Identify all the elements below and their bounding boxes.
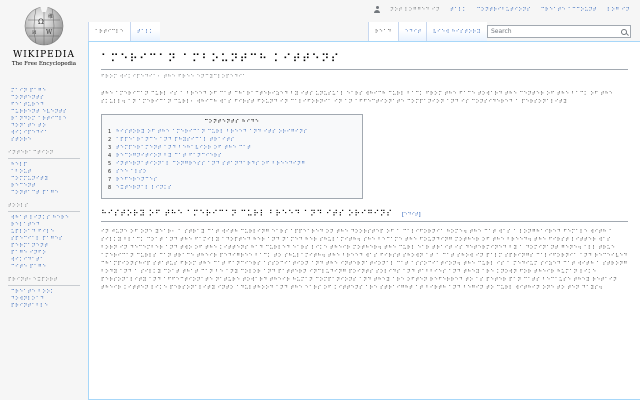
sidebar-main-section: ⠍⠁⠊⠝ ⠏⠁⠛⠑ ⠉⠕⠝⠞⠑⠝⠞⠎ ⠋⠑⠁⠞⠥⠗⠑⠙ ⠉⠥⠗⠗⠑⠝⠞ ⠑⠧⠑⠝…: [8, 88, 80, 144]
sidebar-item-store[interactable]: ⠎⠞⠕⠗⠑: [11, 137, 80, 144]
toc-item[interactable]: 5 ⠊⠝⠞⠑⠗⠝⠁⠞⠊⠕⠝⠁⠇ ⠉⠕⠝⠛⠗⠑⠎⠎ ⠁⠝⠙ ⠎⠞⠁⠝⠙⠁⠗⠙⠎ ⠕⠋…: [108, 160, 356, 168]
sidebar-item-special[interactable]: ⠎⠏⠑⠉⠊⠁⠇ ⠏⠁⠛⠑⠎: [11, 236, 80, 243]
toc-item[interactable]: 4 ⠗⠑⠉⠕⠛⠝⠊⠞⠊⠕⠝ ⠃⠽ ⠉⠁⠞ ⠋⠁⠝⠉⠊⠑⠗⠎: [108, 152, 356, 160]
logo-wordmark: WIKIPEDIA: [13, 50, 75, 60]
toc-label: ⠓⠊⠎⠞⠕⠗⠽ ⠕⠋ ⠞⠓⠑ ⠁⠍⠑⠗⠊⠉⠁⠝ ⠉⠥⠗⠇ ⠃⠗⠑⠑⠙ ⠁⠝⠙ ⠊…: [116, 129, 308, 135]
toc-label: ⠊⠝⠞⠑⠗⠝⠁⠞⠊⠕⠝⠁⠇ ⠉⠕⠝⠛⠗⠑⠎⠎ ⠁⠝⠙ ⠎⠞⠁⠝⠙⠁⠗⠙⠎ ⠕⠋ …: [116, 161, 306, 167]
toc-title[interactable]: ⠉⠕⠝⠞⠑⠝⠞⠎ ⠓⠊⠙⠑: [108, 119, 356, 125]
globe-icon: Ω W И 维: [24, 6, 64, 46]
logo-tagline: The Free Encyclopedia: [11, 61, 77, 67]
tab-talk[interactable]: ⠞⠁⠇⠅: [130, 22, 160, 41]
sidebar-item-random-article[interactable]: ⠗⠁⠝⠙⠕⠍ ⠁⠗⠞⠊⠉⠇⠑: [11, 116, 80, 123]
sidebar-item-upload[interactable]: ⠥⠏⠇⠕⠁⠙ ⠋⠊⠇⠑: [11, 229, 80, 236]
sidebar-item-main-page[interactable]: ⠍⠁⠊⠝ ⠏⠁⠛⠑: [11, 88, 80, 95]
sidebar-item-about[interactable]: ⠁⠃⠕⠥⠞: [11, 169, 80, 176]
page-title: ⠁⠍⠑⠗⠊⠉⠁⠝ ⠁⠍⠃⠕⠥⠝⠞⠉⠓ ⠅⠊⠞⠞⠑⠝⠎: [101, 52, 628, 70]
toc-number: 5: [108, 161, 112, 167]
wikipedia-logo[interactable]: Ω W И 维 WIKIPEDIA The Free Encyclopedia: [8, 4, 80, 82]
table-of-contents: ⠉⠕⠝⠞⠑⠝⠞⠎ ⠓⠊⠙⠑ 1 ⠓⠊⠎⠞⠕⠗⠽ ⠕⠋ ⠞⠓⠑ ⠁⠍⠑⠗⠊⠉⠁⠝ ⠉…: [101, 114, 363, 199]
talk-link[interactable]: ⠞⠁⠇⠅: [450, 7, 467, 13]
toc-label: ⠑⠭⠞⠑⠗⠝⠁⠇ ⠇⠊⠝⠅⠎: [116, 185, 173, 191]
tab-read[interactable]: ⠗⠑⠁⠙: [368, 22, 398, 41]
svg-text:Ω: Ω: [38, 18, 44, 26]
tab-edit[interactable]: ⠑⠙⠊⠞: [398, 22, 428, 41]
toc-number: 4: [108, 153, 112, 159]
sidebar-item-community[interactable]: ⠉⠕⠍⠍⠥⠝⠊⠞⠽: [11, 176, 80, 183]
search-icon[interactable]: [621, 29, 627, 35]
search-input[interactable]: Search: [487, 25, 631, 38]
sidebar-item-wikidata[interactable]: ⠺⠊⠅⠊⠙⠁⠞⠁: [11, 257, 80, 264]
sidebar-item-create-book[interactable]: ⠉⠗⠑⠁⠞⠑ ⠃⠕⠕⠅: [11, 289, 80, 296]
sidebar-item-current-events[interactable]: ⠉⠥⠗⠗⠑⠝⠞ ⠑⠧⠑⠝⠞⠎: [11, 109, 80, 116]
sidebar-item-featured[interactable]: ⠋⠑⠁⠞⠥⠗⠑⠙: [11, 102, 80, 109]
toc-item[interactable]: 8 ⠑⠭⠞⠑⠗⠝⠁⠇ ⠇⠊⠝⠅⠎: [108, 184, 356, 192]
svg-text:И: И: [32, 30, 37, 36]
toc-item[interactable]: 3 ⠞⠑⠍⠏⠑⠗⠁⠍⠑⠝⠞ ⠁⠝⠙ ⠃⠑⠓⠁⠧⠊⠕⠗ ⠕⠋ ⠞⠓⠑ ⠉⠁⠞: [108, 144, 356, 152]
personal-tools: ⠝⠕⠞ ⠇⠕⠛⠛⠑⠙ ⠊⠝ ⠞⠁⠇⠅ ⠉⠕⠝⠞⠗⠊⠃⠥⠞⠊⠕⠝⠎ ⠉⠗⠑⠁⠞⠑ …: [374, 6, 630, 13]
section-edit-link[interactable]: [⠑⠙⠊⠞]: [402, 212, 421, 218]
search-placeholder: Search: [491, 28, 512, 35]
sidebar-item-help[interactable]: ⠓⠑⠇⠏: [11, 162, 80, 169]
toc-label: ⠗⠑⠉⠕⠛⠝⠊⠞⠊⠕⠝ ⠃⠽ ⠉⠁⠞ ⠋⠁⠝⠉⠊⠑⠗⠎: [116, 153, 223, 159]
sidebar-item-recent[interactable]: ⠗⠑⠉⠑⠝⠞: [11, 183, 80, 190]
toc-item[interactable]: 7 ⠗⠑⠋⠑⠗⠑⠝⠉⠑⠎: [108, 176, 356, 184]
sidebar-item-contact[interactable]: ⠉⠕⠝⠞⠁⠉⠞ ⠏⠁⠛⠑: [11, 190, 80, 197]
tab-article[interactable]: ⠁⠗⠞⠊⠉⠇⠑: [88, 22, 131, 41]
toc-number: 2: [108, 137, 112, 143]
sidebar-item-what-links[interactable]: ⠺⠓⠁⠞ ⠇⠊⠝⠅⠎ ⠓⠑⠗⠑: [11, 215, 80, 222]
contributions-link[interactable]: ⠉⠕⠝⠞⠗⠊⠃⠥⠞⠊⠕⠝⠎: [477, 7, 531, 13]
toc-label: ⠞⠑⠍⠏⠑⠗⠁⠍⠑⠝⠞ ⠁⠝⠙ ⠃⠑⠓⠁⠧⠊⠕⠗ ⠕⠋ ⠞⠓⠑ ⠉⠁⠞: [116, 145, 252, 151]
create-account-link[interactable]: ⠉⠗⠑⠁⠞⠑ ⠁⠉⠉⠕⠥⠝⠞: [541, 7, 597, 13]
sidebar-heading-print[interactable]: ⠏⠗⠊⠝⠞⠂⠑⠭⠏⠕⠗⠞: [8, 277, 80, 286]
user-icon: [374, 6, 381, 13]
toc-number: 6: [108, 169, 112, 175]
sidebar-item-related[interactable]: ⠗⠑⠇⠁⠞⠑⠙: [11, 222, 80, 229]
toc-number: 8: [108, 185, 112, 191]
toc-number: 1: [108, 129, 112, 135]
intro-paragraph: ⠞⠓⠑ ⠁⠍⠑⠗⠊⠉⠁⠝ ⠉⠥⠗⠇ ⠊⠎ ⠁ ⠃⠗⠑⠑⠙ ⠕⠋ ⠉⠁⠞ ⠉⠓⠁⠗…: [101, 91, 614, 105]
toc-number: 7: [108, 177, 112, 183]
log-in-link[interactable]: ⠇⠕⠛ ⠊⠝: [607, 7, 630, 13]
section-heading: ⠓⠊⠎⠞⠕⠗⠽ ⠕⠋ ⠞⠓⠑ ⠁⠍⠑⠗⠊⠉⠁⠝ ⠉⠥⠗⠇ ⠃⠗⠑⠑⠙ ⠁⠝⠙ ⠊…: [101, 209, 628, 222]
toc-item[interactable]: 1 ⠓⠊⠎⠞⠕⠗⠽ ⠕⠋ ⠞⠓⠑ ⠁⠍⠑⠗⠊⠉⠁⠝ ⠉⠥⠗⠇ ⠃⠗⠑⠑⠙ ⠁⠝⠙ …: [108, 128, 356, 136]
sidebar-navigation: ⠍⠁⠊⠝ ⠏⠁⠛⠑ ⠉⠕⠝⠞⠑⠝⠞⠎ ⠋⠑⠁⠞⠥⠗⠑⠙ ⠉⠥⠗⠗⠑⠝⠞ ⠑⠧⠑⠝…: [8, 88, 80, 310]
article-content: ⠁⠍⠑⠗⠊⠉⠁⠝ ⠁⠍⠃⠕⠥⠝⠞⠉⠓ ⠅⠊⠞⠞⠑⠝⠎ ⠋⠗⠕⠍ ⠺⠊⠅⠊⠏⠑⠙⠊…: [88, 41, 640, 400]
toc-number: 3: [108, 145, 112, 151]
toc-label: ⠎⠑⠑ ⠁⠇⠎⠕: [116, 169, 148, 175]
not-logged-in-label: ⠝⠕⠞ ⠇⠕⠛⠛⠑⠙ ⠊⠝: [390, 6, 441, 13]
sidebar-item-wikipedia[interactable]: ⠺⠊⠅⠊⠏⠑⠙⠊⠁: [11, 130, 80, 137]
sidebar-item-printable[interactable]: ⠏⠗⠊⠝⠞⠁⠃⠇⠑: [11, 303, 80, 310]
toc-label: ⠗⠑⠋⠑⠗⠑⠝⠉⠑⠎: [116, 177, 158, 183]
sidebar-item-contents[interactable]: ⠉⠕⠝⠞⠑⠝⠞⠎: [11, 95, 80, 102]
sidebar-item-donate[interactable]: ⠙⠕⠝⠁⠞⠑ ⠞⠕: [11, 123, 80, 130]
sidebar-item-page-info[interactable]: ⠏⠁⠛⠑ ⠊⠝⠋⠕: [11, 250, 80, 257]
sidebar-heading-tools[interactable]: ⠞⠕⠕⠇⠎: [8, 203, 80, 212]
sidebar-heading-interaction[interactable]: ⠊⠝⠞⠑⠗⠁⠉⠞⠊⠕⠝: [8, 150, 80, 159]
sidebar-item-permanent[interactable]: ⠏⠑⠗⠍⠁⠝⠑⠝⠞: [11, 243, 80, 250]
section-title: ⠓⠊⠎⠞⠕⠗⠽ ⠕⠋ ⠞⠓⠑ ⠁⠍⠑⠗⠊⠉⠁⠝ ⠉⠥⠗⠇ ⠃⠗⠑⠑⠙ ⠁⠝⠙ ⠊…: [101, 209, 393, 218]
section-paragraph: ⠊⠝ ⠚⠥⠝⠑ ⠕⠋ ⠕⠝⠑ ⠽⠑⠁⠗⠂ ⠁ ⠎⠞⠗⠁⠽ ⠉⠁⠞ ⠺⠊⠞⠓ ⠉⠥…: [101, 229, 628, 291]
tab-view-history[interactable]: ⠧⠊⠑⠺ ⠓⠊⠎⠞⠕⠗⠽: [426, 22, 487, 41]
svg-text:W: W: [46, 29, 53, 36]
site-tagline: ⠋⠗⠕⠍ ⠺⠊⠅⠊⠏⠑⠙⠊⠁⠂ ⠞⠓⠑ ⠋⠗⠑⠑ ⠑⠝⠉⠽⠉⠇⠕⠏⠑⠙⠊⠁: [101, 74, 247, 80]
toc-label: ⠁⠏⠏⠑⠁⠗⠁⠝⠉⠑ ⠁⠝⠙ ⠏⠓⠽⠎⠊⠉⠁⠇ ⠞⠗⠁⠊⠞⠎: [116, 137, 235, 143]
sidebar-item-cite[interactable]: ⠉⠊⠞⠑ ⠏⠁⠛⠑: [11, 264, 80, 271]
toc-item[interactable]: 2 ⠁⠏⠏⠑⠁⠗⠁⠝⠉⠑ ⠁⠝⠙ ⠏⠓⠽⠎⠊⠉⠁⠇ ⠞⠗⠁⠊⠞⠎: [108, 136, 356, 144]
toc-item[interactable]: 6 ⠎⠑⠑ ⠁⠇⠎⠕: [108, 168, 356, 176]
svg-text:维: 维: [48, 13, 53, 20]
sidebar-item-download[interactable]: ⠙⠕⠺⠝⠇⠕⠁⠙: [11, 296, 80, 303]
